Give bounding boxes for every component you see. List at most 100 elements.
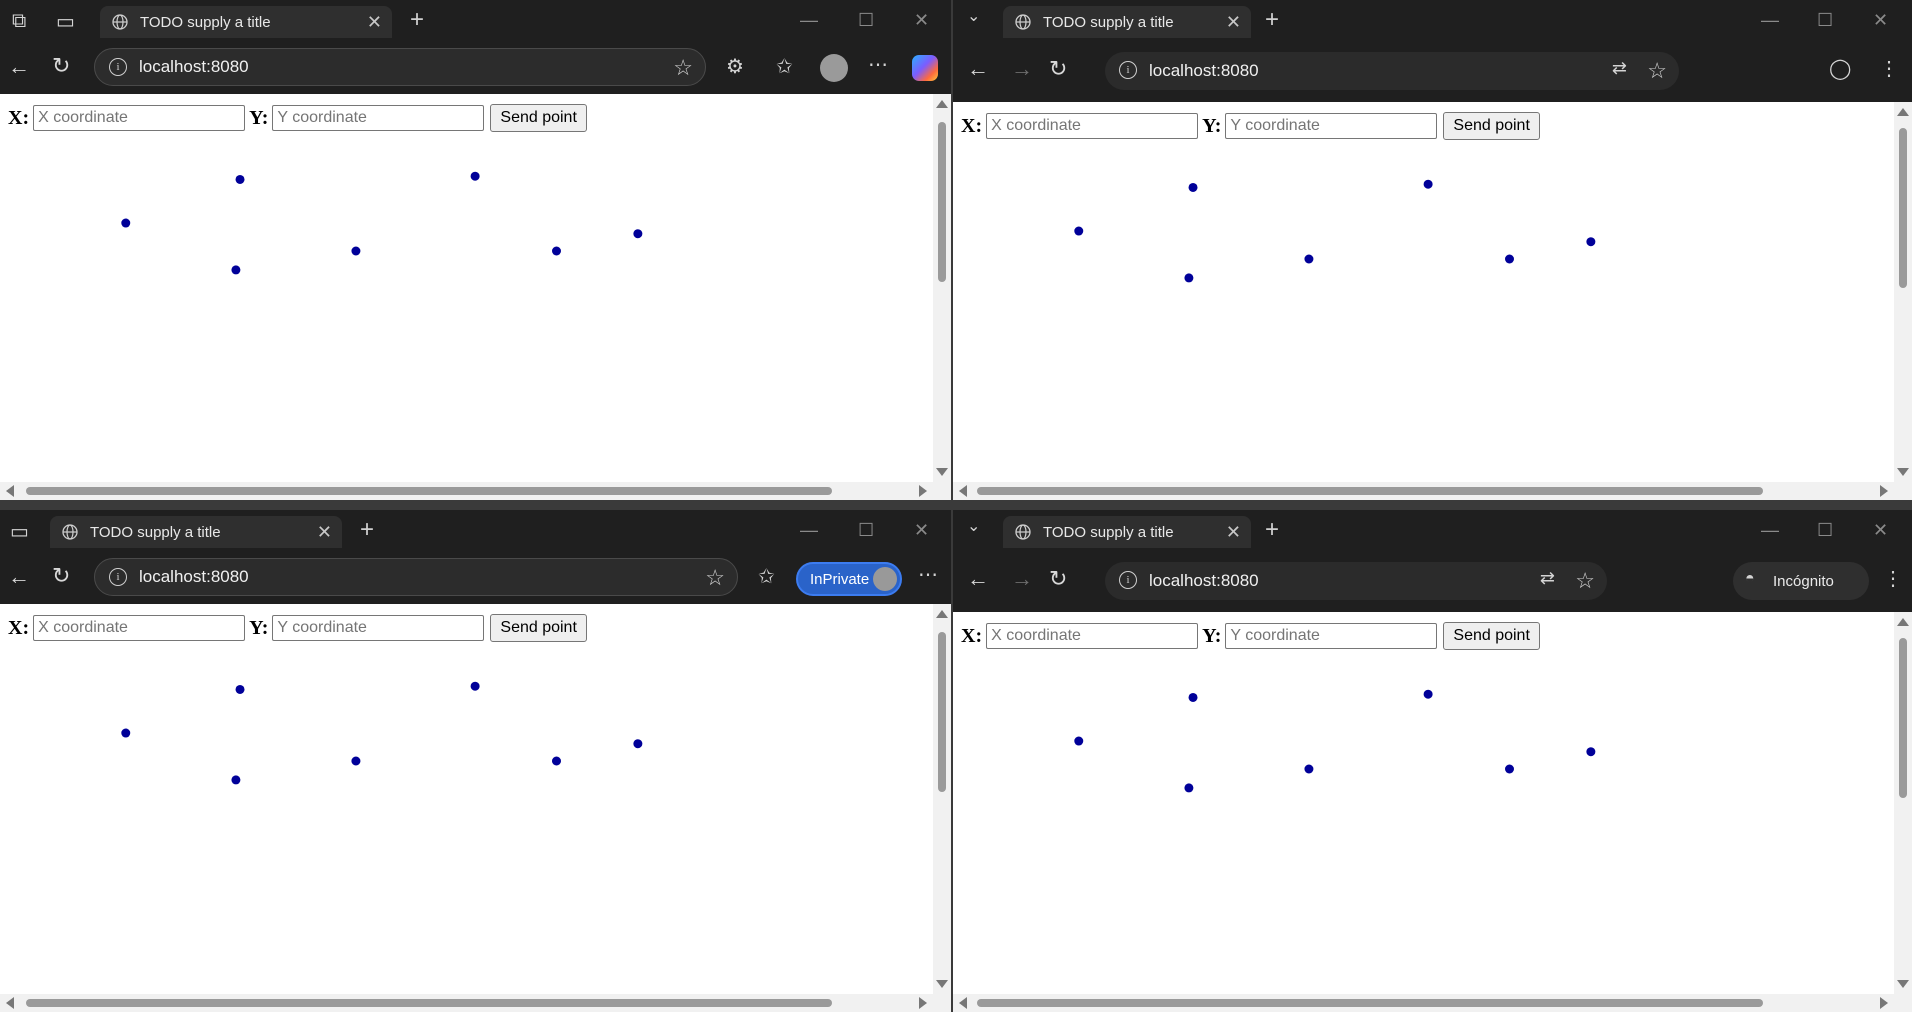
address-bar[interactable]: i localhost:8080 ⇄ ☆	[1105, 562, 1607, 600]
reload-icon[interactable]: ↻	[52, 55, 70, 77]
vertical-scroll-thumb[interactable]	[1899, 638, 1907, 798]
more-menu-icon[interactable]: ⋮	[1879, 56, 1899, 81]
new-tab-icon[interactable]: +	[1265, 8, 1279, 32]
vertical-scrollbar[interactable]	[1894, 612, 1912, 994]
scroll-up-icon[interactable]	[936, 100, 948, 108]
new-tab-icon[interactable]: +	[360, 518, 374, 542]
browser-tab[interactable]: TODO supply a title ✕	[1003, 6, 1251, 38]
scroll-down-icon[interactable]	[1897, 980, 1909, 988]
favorites-icon[interactable]: ✩	[758, 564, 775, 589]
new-tab-icon[interactable]: +	[1265, 518, 1279, 542]
tab-actions-icon[interactable]: ▭	[56, 9, 75, 34]
minimize-icon[interactable]: —	[800, 10, 818, 31]
close-window-icon[interactable]: ✕	[914, 520, 929, 541]
address-bar[interactable]: i localhost:8080 ⇄ ☆	[1105, 52, 1679, 90]
reload-icon[interactable]: ↻	[1049, 568, 1067, 590]
points-canvas[interactable]	[0, 604, 933, 994]
info-icon[interactable]: i	[109, 568, 127, 586]
tab-search-icon[interactable]: ⌄	[967, 516, 980, 536]
horizontal-scroll-thumb[interactable]	[977, 999, 1763, 1007]
workspaces-icon[interactable]: ⧉	[12, 10, 26, 33]
scroll-down-icon[interactable]	[936, 468, 948, 476]
minimize-icon[interactable]: —	[1761, 520, 1779, 541]
vertical-scrollbar[interactable]	[1894, 102, 1912, 482]
address-bar[interactable]: i localhost:8080 ☆	[94, 558, 738, 596]
close-window-icon[interactable]: ✕	[1873, 520, 1888, 541]
tab-search-icon[interactable]: ⌄	[967, 6, 980, 26]
scroll-left-icon[interactable]	[959, 997, 967, 1009]
close-tab-icon[interactable]: ✕	[1226, 522, 1241, 542]
favorites-icon[interactable]: ✩	[776, 54, 793, 79]
info-icon[interactable]: i	[1119, 61, 1137, 79]
horizontal-scrollbar[interactable]	[0, 994, 951, 1012]
scroll-left-icon[interactable]	[959, 485, 967, 497]
points-canvas[interactable]	[953, 612, 1894, 994]
maximize-icon[interactable]: ☐	[858, 10, 874, 31]
close-tab-icon[interactable]: ✕	[317, 522, 332, 542]
extensions-icon[interactable]: ⚙	[726, 54, 744, 79]
close-tab-icon[interactable]: ✕	[367, 12, 382, 32]
incognito-badge[interactable]: ◓ Incógnito	[1733, 562, 1869, 600]
more-menu-icon[interactable]: ⋮	[1883, 566, 1903, 591]
favorite-star-icon[interactable]: ☆	[705, 565, 725, 591]
points-canvas[interactable]	[953, 102, 1894, 482]
scroll-right-icon[interactable]	[1880, 997, 1888, 1009]
maximize-icon[interactable]: ☐	[858, 520, 874, 541]
minimize-icon[interactable]: —	[800, 520, 818, 541]
back-icon[interactable]: ←	[967, 568, 989, 590]
new-tab-icon[interactable]: +	[410, 8, 424, 32]
scroll-right-icon[interactable]	[919, 485, 927, 497]
forward-icon[interactable]: →	[1011, 58, 1033, 80]
reload-icon[interactable]: ↻	[1049, 58, 1067, 80]
horizontal-scroll-thumb[interactable]	[26, 487, 832, 495]
points-canvas[interactable]	[0, 94, 933, 482]
copilot-icon[interactable]	[912, 55, 938, 81]
translate-icon[interactable]: ⇄	[1612, 58, 1627, 79]
maximize-icon[interactable]: ☐	[1817, 10, 1833, 31]
profile-icon[interactable]: ◯	[1829, 56, 1851, 81]
minimize-icon[interactable]: —	[1761, 10, 1779, 31]
vertical-scroll-thumb[interactable]	[938, 632, 946, 792]
horizontal-scrollbar[interactable]	[0, 482, 951, 500]
favorite-star-icon[interactable]: ☆	[673, 55, 693, 81]
browser-tab[interactable]: TODO supply a title ✕	[50, 516, 342, 548]
vertical-scrollbar[interactable]	[933, 604, 951, 994]
info-icon[interactable]: i	[109, 58, 127, 76]
inprivate-badge[interactable]: InPrivate	[796, 562, 902, 596]
translate-icon[interactable]: ⇄	[1540, 568, 1555, 589]
horizontal-scrollbar[interactable]	[953, 482, 1912, 500]
horizontal-scrollbar[interactable]	[953, 994, 1912, 1012]
close-window-icon[interactable]: ✕	[1873, 10, 1888, 31]
scroll-left-icon[interactable]	[6, 997, 14, 1009]
reload-icon[interactable]: ↻	[52, 565, 70, 587]
vertical-scroll-thumb[interactable]	[1899, 128, 1907, 288]
close-tab-icon[interactable]: ✕	[1226, 12, 1241, 32]
bookmark-star-icon[interactable]: ☆	[1647, 58, 1667, 84]
scroll-up-icon[interactable]	[936, 610, 948, 618]
scroll-left-icon[interactable]	[6, 485, 14, 497]
bookmark-star-icon[interactable]: ☆	[1575, 568, 1595, 594]
scroll-right-icon[interactable]	[919, 997, 927, 1009]
address-bar[interactable]: i localhost:8080 ☆	[94, 48, 706, 86]
browser-tab[interactable]: TODO supply a title ✕	[100, 6, 392, 38]
profile-avatar[interactable]	[820, 54, 848, 82]
info-icon[interactable]: i	[1119, 571, 1137, 589]
more-menu-icon[interactable]: ⋯	[868, 52, 888, 77]
horizontal-scroll-thumb[interactable]	[977, 487, 1763, 495]
vertical-scroll-thumb[interactable]	[938, 122, 946, 282]
scroll-up-icon[interactable]	[1897, 108, 1909, 116]
forward-icon[interactable]: →	[1011, 568, 1033, 590]
browser-tab[interactable]: TODO supply a title ✕	[1003, 516, 1251, 548]
scroll-right-icon[interactable]	[1880, 485, 1888, 497]
maximize-icon[interactable]: ☐	[1817, 520, 1833, 541]
close-window-icon[interactable]: ✕	[914, 10, 929, 31]
back-icon[interactable]: ←	[8, 56, 30, 78]
scroll-down-icon[interactable]	[1897, 468, 1909, 476]
horizontal-scroll-thumb[interactable]	[26, 999, 832, 1007]
vertical-scrollbar[interactable]	[933, 94, 951, 482]
scroll-down-icon[interactable]	[936, 980, 948, 988]
tab-actions-icon[interactable]: ▭	[10, 519, 29, 544]
scroll-up-icon[interactable]	[1897, 618, 1909, 626]
back-icon[interactable]: ←	[967, 58, 989, 80]
back-icon[interactable]: ←	[8, 566, 30, 588]
